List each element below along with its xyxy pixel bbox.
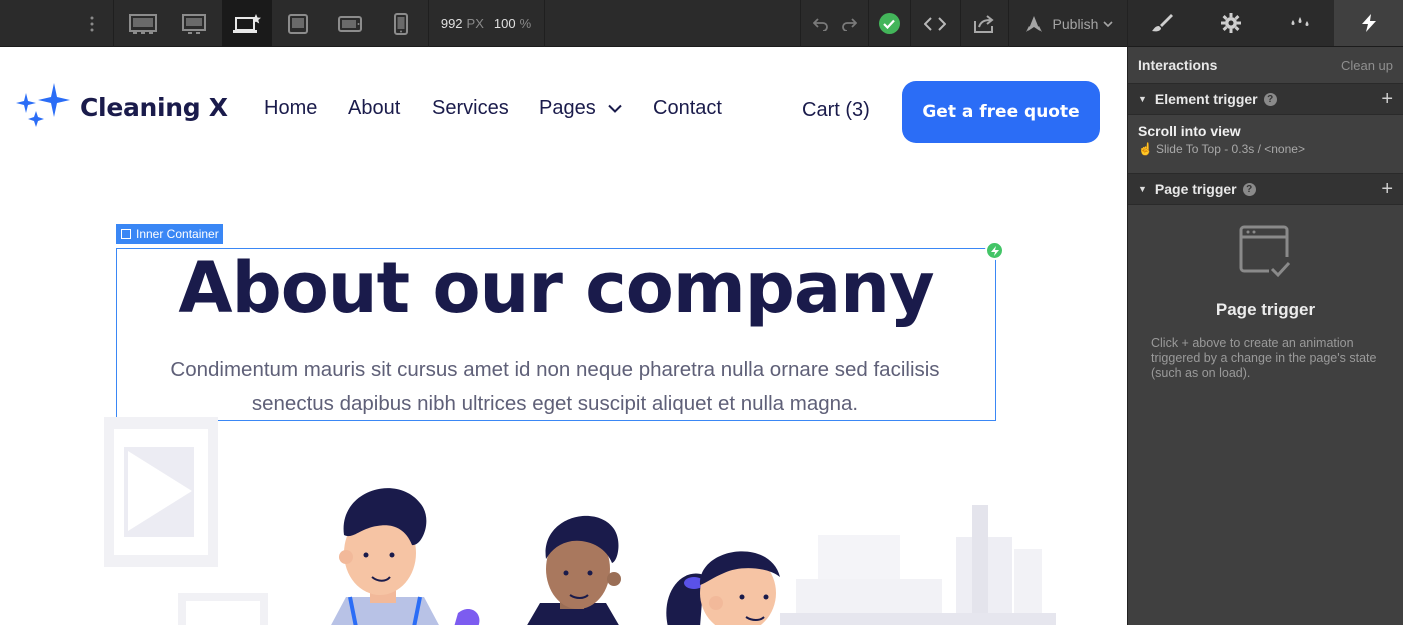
nav-about[interactable]: About (348, 97, 400, 120)
element-trigger-label: Element trigger (1154, 91, 1258, 107)
style-brush-icon[interactable] (1128, 0, 1197, 46)
caret-down-icon: ▼ (1138, 184, 1147, 194)
publish-rocket-icon (1025, 15, 1042, 32)
get-quote-button[interactable]: Get a free quote (902, 81, 1100, 143)
brand-name: Cleaning X (80, 92, 228, 122)
viewport-width: 992 (440, 16, 463, 31)
trigger-item-title: Scroll into view (1138, 123, 1241, 139)
laptop-base-icon[interactable] (222, 0, 272, 47)
undo-icon[interactable] (808, 0, 834, 47)
nav-pages-label: Pages (539, 97, 596, 119)
sparkle-logo-icon (16, 83, 70, 127)
desktop-large-icon[interactable] (118, 0, 168, 47)
code-icon[interactable] (912, 0, 958, 47)
team-illustration (104, 417, 1056, 625)
element-trigger-header[interactable]: ▼ Element trigger ? + (1128, 83, 1403, 115)
zoom-unit: % (519, 16, 532, 31)
desktop-icon[interactable] (170, 0, 218, 47)
interactions-header: Interactions Clean up (1128, 47, 1403, 83)
right-panel: Interactions Clean up ▼ Element trigger … (1127, 0, 1403, 625)
settings-gear-icon[interactable] (1197, 0, 1266, 46)
more-vert-icon[interactable] (78, 0, 106, 47)
top-toolbar: 992 PX 100 % Publish (0, 0, 1127, 47)
hero-subtitle-line-1: Condimentum mauris sit cursus amet id no… (170, 358, 940, 381)
interactions-title: Interactions (1138, 57, 1218, 73)
cart-link[interactable]: Cart (3) (802, 99, 870, 122)
pointer-hand-icon: ☝ (1138, 142, 1153, 156)
redo-icon[interactable] (836, 0, 862, 47)
chevron-down-icon (1103, 20, 1114, 27)
selection-label-text: Inner Container (136, 227, 219, 241)
trigger-item-detail: ☝ Slide To Top - 0.3s / <none> (1138, 142, 1393, 156)
site-logo[interactable]: Cleaning X (14, 83, 228, 131)
clean-up-link[interactable]: Clean up (1341, 58, 1393, 73)
add-element-trigger-icon[interactable]: + (1381, 88, 1393, 111)
check-icon[interactable] (870, 0, 908, 47)
add-page-trigger-icon[interactable]: + (1381, 178, 1393, 201)
panel-tabs (1128, 0, 1403, 47)
element-square-icon (121, 229, 131, 239)
page-trigger-empty-state: Page trigger Click + above to create an … (1128, 205, 1403, 381)
help-icon[interactable]: ? (1242, 182, 1256, 196)
page-trigger-empty-desc: Click + above to create an animation tri… (1151, 336, 1377, 380)
selection-label[interactable]: Inner Container (116, 224, 223, 244)
publish-button[interactable]: Publish (1012, 0, 1124, 47)
chevron-down-icon (608, 104, 622, 113)
nav-services[interactable]: Services (432, 97, 509, 120)
phone-icon[interactable] (380, 0, 422, 47)
nav-pages[interactable]: Pages (539, 97, 622, 120)
hero-title[interactable]: About our company (116, 243, 996, 333)
trigger-item-detail-text: Slide To Top - 0.3s / <none> (1155, 142, 1305, 156)
effects-drops-icon[interactable] (1266, 0, 1335, 46)
publish-label: Publish (1052, 15, 1099, 32)
page-trigger-empty-title: Page trigger (1215, 300, 1316, 319)
export-icon[interactable] (962, 0, 1006, 47)
page-trigger-header[interactable]: ▼ Page trigger ? + (1128, 173, 1403, 205)
trigger-item-scroll-into-view[interactable]: Scroll into view ☝ Slide To Top - 0.3s / … (1128, 115, 1403, 173)
nav-contact[interactable]: Contact (653, 97, 722, 120)
page-trigger-label: Page trigger (1154, 181, 1237, 197)
nav-home[interactable]: Home (264, 97, 317, 120)
help-icon[interactable]: ? (1263, 92, 1277, 106)
designer-canvas[interactable]: Cleaning X Home About Services Pages Con… (0, 47, 1127, 625)
tablet-portrait-icon[interactable] (326, 0, 374, 47)
caret-down-icon: ▼ (1138, 94, 1147, 104)
viewport-readout[interactable]: 992 PX 100 % (430, 0, 542, 47)
viewport-unit: PX (466, 16, 484, 31)
page-window-check-icon (1239, 225, 1293, 279)
interactions-bolt-icon[interactable] (1334, 0, 1403, 46)
webflow-designer: 992 PX 100 % Publish Cleaning X Home Abo… (0, 0, 1403, 625)
zoom-value: 100 (493, 16, 516, 31)
tablet-landscape-icon[interactable] (276, 0, 320, 47)
